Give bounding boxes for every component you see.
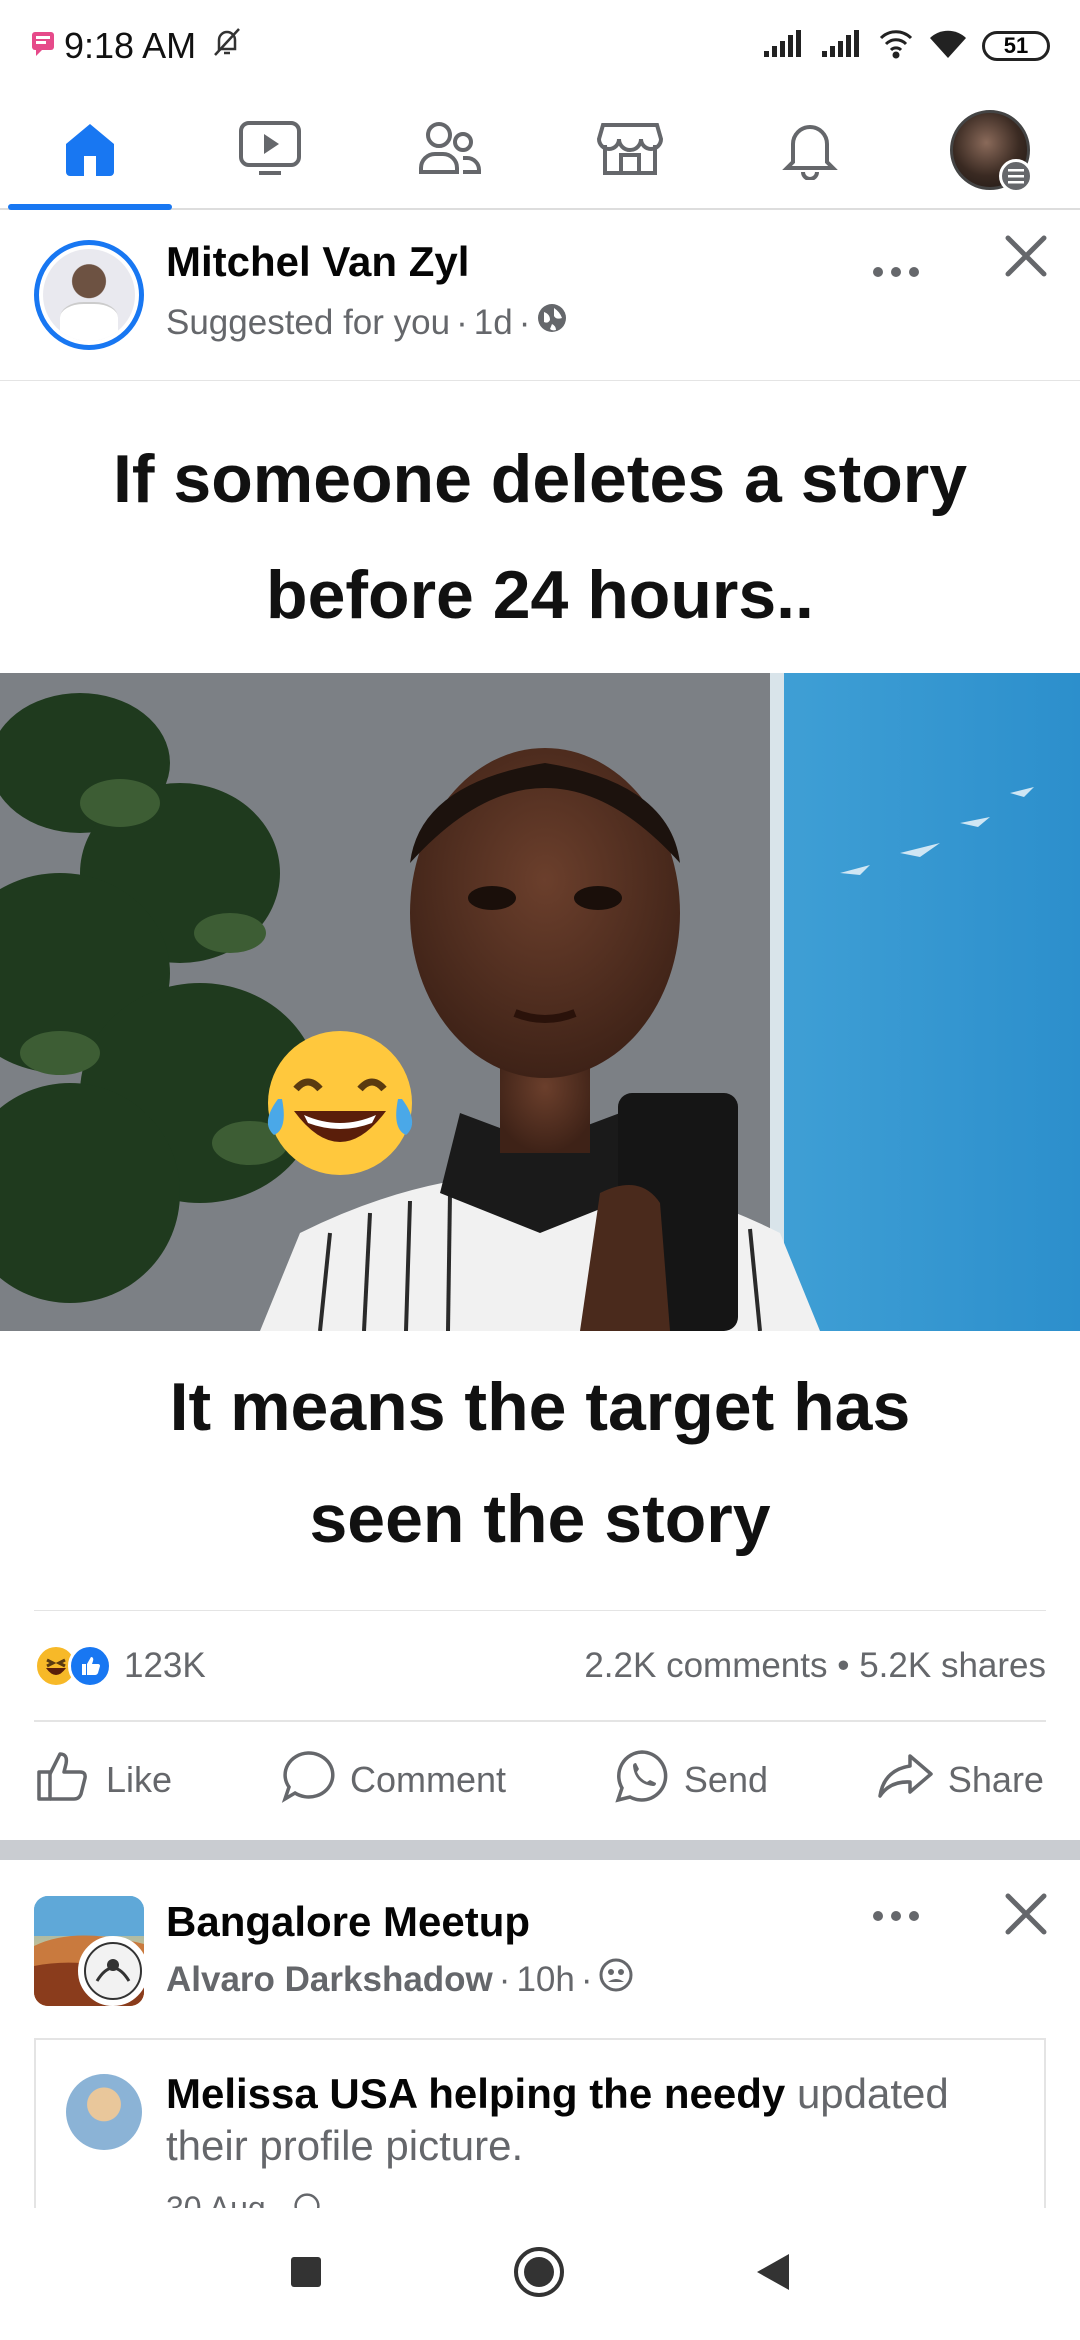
send-button[interactable]: Send bbox=[598, 1748, 784, 1813]
comments-count[interactable]: 2.2K comments bbox=[584, 1646, 827, 1685]
shares-count[interactable]: 5.2K shares bbox=[859, 1646, 1046, 1685]
bell-icon bbox=[779, 116, 841, 185]
meme-bottom-text: It means the target has seen the story bbox=[169, 1369, 911, 1557]
feed-divider bbox=[0, 1840, 1080, 1860]
main-nav bbox=[0, 92, 1080, 210]
share-icon bbox=[876, 1752, 934, 1809]
post-image[interactable]: If someone deletes a story before 24 hou… bbox=[0, 380, 1080, 1606]
hide-post-button[interactable] bbox=[996, 228, 1056, 288]
meme-top-text: If someone deletes a story before 24 hou… bbox=[112, 441, 968, 633]
suggested-label: Suggested for you bbox=[166, 302, 451, 342]
close-icon bbox=[1004, 234, 1048, 283]
profile-avatar bbox=[950, 110, 1033, 193]
author-avatar[interactable] bbox=[34, 240, 144, 350]
mute-icon bbox=[210, 25, 244, 68]
system-nav-bar bbox=[0, 2208, 1080, 2340]
signal-icon-2 bbox=[820, 29, 864, 64]
tab-friends[interactable] bbox=[360, 92, 540, 208]
post2-time[interactable]: 10h bbox=[516, 1960, 574, 2000]
post2-hide-button[interactable] bbox=[996, 1886, 1056, 1946]
menu-icon bbox=[999, 159, 1033, 193]
video-icon bbox=[237, 117, 303, 184]
post-stats: 123K 2.2K comments • 5.2K shares bbox=[34, 1610, 1046, 1722]
friends-icon bbox=[417, 118, 483, 183]
home-button[interactable] bbox=[513, 2246, 565, 2303]
meme-photo bbox=[0, 673, 1080, 1331]
comment-icon bbox=[280, 1749, 336, 1812]
post-header: Mitchel Van Zyl Suggested for you · 1d · bbox=[0, 212, 1080, 380]
recents-button[interactable] bbox=[289, 2255, 323, 2294]
signal-icon bbox=[762, 29, 806, 64]
whatsapp-icon bbox=[614, 1748, 670, 1813]
like-icon bbox=[36, 1750, 92, 1811]
tab-watch[interactable] bbox=[180, 92, 360, 208]
like-button[interactable]: Like bbox=[20, 1750, 188, 1811]
more-options-button[interactable] bbox=[868, 244, 924, 300]
tab-menu[interactable] bbox=[900, 92, 1080, 208]
comment-button[interactable]: Comment bbox=[264, 1749, 522, 1812]
shared-update-text: Melissa USA helping the needy updated th… bbox=[166, 2068, 1026, 2172]
status-time: 9:18 AM bbox=[64, 25, 197, 66]
back-button[interactable] bbox=[755, 2252, 791, 2297]
tab-notifications[interactable] bbox=[720, 92, 900, 208]
like-reaction-icon bbox=[68, 1643, 112, 1688]
group-privacy-icon bbox=[599, 1958, 633, 2001]
post-actions: Like Comment Send Share bbox=[20, 1722, 1060, 1838]
tab-home[interactable] bbox=[0, 92, 180, 210]
post-time[interactable]: 1d bbox=[474, 303, 513, 343]
poster-avatar[interactable] bbox=[78, 1936, 148, 2006]
engagement-counts: 2.2K comments • 5.2K shares bbox=[584, 1645, 1046, 1685]
wifi-icon bbox=[928, 28, 968, 65]
home-icon bbox=[58, 118, 122, 183]
battery-indicator: 51 bbox=[982, 31, 1050, 61]
author-name[interactable]: Mitchel Van Zyl bbox=[166, 238, 469, 286]
poster-name[interactable]: Alvaro Darkshadow bbox=[166, 1960, 493, 2000]
shared-user-name[interactable]: Melissa USA helping the needy bbox=[166, 2070, 785, 2117]
globe-icon bbox=[536, 302, 568, 343]
store-icon bbox=[596, 117, 664, 184]
share-button[interactable]: Share bbox=[860, 1752, 1060, 1809]
notification-icon bbox=[30, 25, 58, 67]
tab-marketplace[interactable] bbox=[540, 92, 720, 208]
group-name[interactable]: Bangalore Meetup bbox=[166, 1898, 530, 1946]
status-bar: 9:18 AM 51 bbox=[0, 0, 1080, 92]
post2-more-options-button[interactable] bbox=[868, 1888, 924, 1944]
reactions-summary[interactable]: 123K bbox=[34, 1643, 206, 1688]
close-icon bbox=[1004, 1892, 1048, 1941]
shared-user-avatar[interactable] bbox=[66, 2074, 142, 2150]
reaction-count: 123K bbox=[124, 1645, 206, 1685]
hotspot-icon bbox=[878, 28, 914, 65]
post-meta: Suggested for you · 1d · bbox=[166, 302, 568, 343]
post2-meta: Alvaro Darkshadow · 10h · bbox=[166, 1958, 633, 2001]
